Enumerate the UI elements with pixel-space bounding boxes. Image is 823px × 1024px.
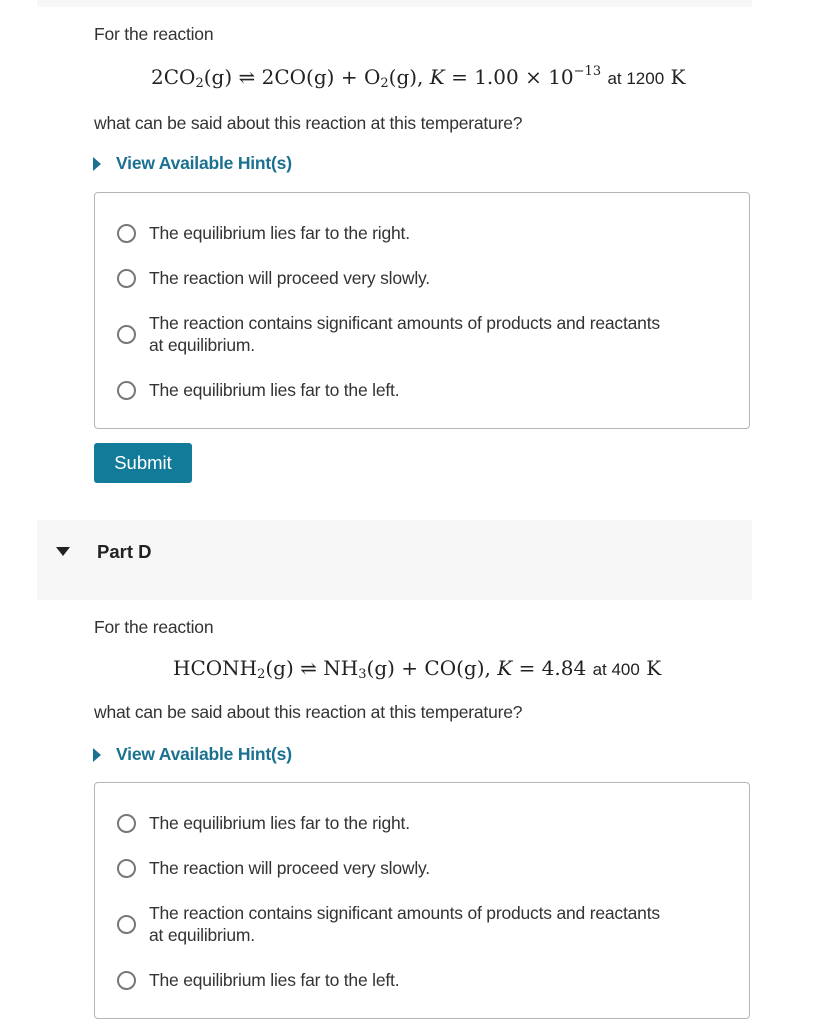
- hint-link-label: View Available Hint(s): [116, 153, 292, 173]
- product-1: 2CO(g): [261, 65, 335, 89]
- part-d-choice-1[interactable]: The equilibrium lies far to the right.: [117, 812, 410, 834]
- part-d-question: what can be said about this reaction at …: [94, 702, 523, 722]
- radio-button[interactable]: [117, 970, 136, 990]
- previous-part-header-strip: [37, 0, 752, 7]
- product-2: CO(g),: [424, 656, 491, 680]
- choice-label-line-2: at equilibrium.: [149, 925, 255, 945]
- choice-label: The reaction contains significant amount…: [149, 312, 660, 356]
- part-c-choice-1[interactable]: The equilibrium lies far to the right.: [117, 222, 410, 244]
- choice-label: The equilibrium lies far to the right.: [149, 223, 410, 243]
- temperature-text: at 1200: [607, 69, 665, 88]
- part-d-view-hints-link[interactable]: View Available Hint(s): [93, 744, 292, 765]
- part-c-intro: For the reaction: [94, 24, 214, 44]
- reactant: HCONH: [173, 656, 258, 680]
- k-value: = 1.00 × 10: [451, 65, 574, 89]
- caret-right-icon: [93, 156, 101, 171]
- choice-label-line-1: The reaction contains significant amount…: [149, 313, 660, 333]
- plus-sign: +: [401, 656, 419, 680]
- temperature-unit: K: [646, 656, 662, 680]
- choice-label: The equilibrium lies far to the left.: [149, 380, 400, 400]
- part-c-choice-4[interactable]: The equilibrium lies far to the left.: [117, 379, 400, 401]
- temperature-text: at 400: [592, 660, 640, 679]
- radio-button[interactable]: [117, 324, 136, 344]
- part-c-choice-3[interactable]: The reaction contains significant amount…: [117, 312, 660, 356]
- choice-label: The reaction contains significant amount…: [149, 902, 660, 946]
- radio-button[interactable]: [117, 858, 136, 878]
- part-d-title: Part D: [97, 541, 152, 562]
- choice-label-line-2: at equilibrium.: [149, 335, 255, 355]
- part-d-header[interactable]: Part D: [37, 520, 752, 600]
- temperature-unit: K: [670, 65, 686, 89]
- product-2-state: (g),: [388, 65, 424, 89]
- k-symbol: K: [429, 65, 445, 89]
- product-2-subscript: 2: [380, 76, 389, 91]
- k-exponent: −13: [573, 64, 602, 79]
- product-2: O: [363, 65, 381, 89]
- radio-button[interactable]: [117, 813, 136, 833]
- submit-button[interactable]: Submit: [94, 443, 192, 483]
- hint-link-label: View Available Hint(s): [116, 744, 292, 764]
- reactant: 2CO: [151, 65, 196, 89]
- caret-down-icon: [56, 547, 70, 556]
- plus-sign: +: [340, 65, 358, 89]
- part-c-choice-2[interactable]: The reaction will proceed very slowly.: [117, 267, 430, 289]
- part-d-answer-choices: The equilibrium lies far to the right. T…: [94, 782, 750, 1019]
- equilibrium-arrow-icon: ⇌: [238, 65, 256, 89]
- part-d-choice-4[interactable]: The equilibrium lies far to the left.: [117, 969, 400, 991]
- product-1: NH: [323, 656, 359, 680]
- equilibrium-arrow-icon: ⇌: [300, 656, 317, 680]
- choice-label: The reaction will proceed very slowly.: [149, 268, 430, 288]
- radio-button[interactable]: [117, 380, 136, 400]
- radio-button[interactable]: [117, 223, 136, 243]
- product-1-state: (g): [366, 656, 395, 680]
- part-d-intro: For the reaction: [94, 617, 214, 637]
- reactant-state: (g): [265, 656, 294, 680]
- choice-label-line-1: The reaction contains significant amount…: [149, 903, 660, 923]
- k-value: = 4.84: [518, 656, 587, 680]
- part-c-question: what can be said about this reaction at …: [94, 113, 523, 133]
- choice-label: The equilibrium lies far to the right.: [149, 813, 410, 833]
- part-d-choice-3[interactable]: The reaction contains significant amount…: [117, 902, 660, 946]
- part-c-view-hints-link[interactable]: View Available Hint(s): [93, 153, 292, 174]
- part-c-equation: 2CO2(g) ⇌ 2CO(g) + O2(g), K = 1.00 × 10−…: [151, 64, 686, 91]
- k-symbol: K: [497, 656, 513, 680]
- part-d-equation: HCONH2(g) ⇌ NH3(g) + CO(g), K = 4.84 at …: [173, 656, 662, 682]
- choice-label: The reaction will proceed very slowly.: [149, 858, 430, 878]
- caret-right-icon: [93, 747, 101, 762]
- choice-label: The equilibrium lies far to the left.: [149, 970, 400, 990]
- product-1-subscript: 3: [358, 667, 367, 682]
- radio-button[interactable]: [117, 914, 136, 934]
- radio-button[interactable]: [117, 268, 136, 288]
- part-d-choice-2[interactable]: The reaction will proceed very slowly.: [117, 857, 430, 879]
- reactant-subscript: 2: [195, 76, 204, 91]
- part-c-answer-choices: The equilibrium lies far to the right. T…: [94, 192, 750, 429]
- reactant-state: (g): [203, 65, 233, 89]
